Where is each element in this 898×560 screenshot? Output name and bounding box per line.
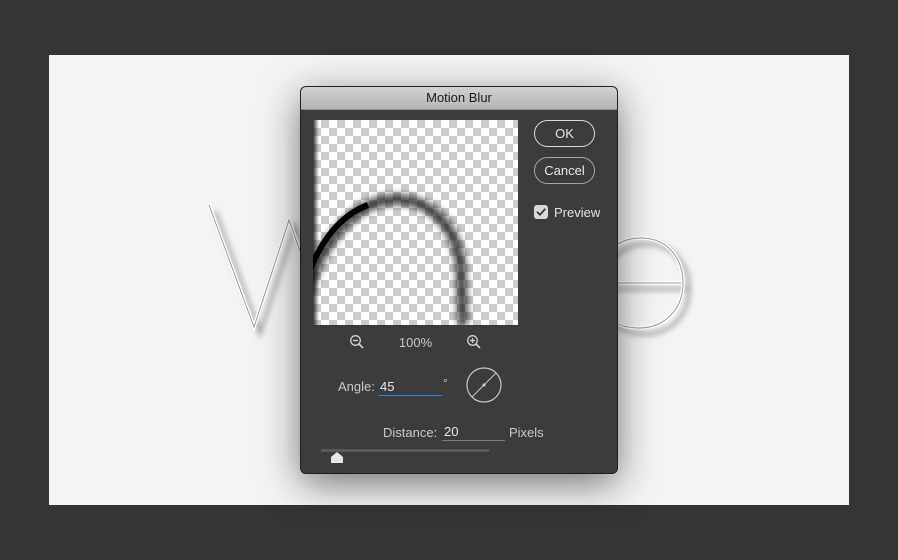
- zoom-controls: 100%: [313, 334, 518, 350]
- preview-toggle[interactable]: Preview: [534, 204, 600, 220]
- distance-label: Distance:: [383, 425, 438, 440]
- preview-checkbox[interactable]: [534, 205, 548, 219]
- distance-unit: Pixels: [509, 425, 544, 440]
- cancel-button[interactable]: Cancel: [534, 157, 595, 184]
- dialog-title: Motion Blur: [301, 87, 617, 110]
- slider-thumb-icon[interactable]: [331, 452, 343, 463]
- zoom-level: 100%: [398, 335, 433, 350]
- filter-preview[interactable]: [313, 120, 518, 325]
- preview-label: Preview: [554, 204, 601, 220]
- angle-label: Angle:: [338, 379, 375, 394]
- preview-artwork: [313, 120, 468, 325]
- angle-input[interactable]: 45: [378, 378, 442, 396]
- distance-slider-track[interactable]: [321, 449, 489, 452]
- distance-input[interactable]: 20: [442, 423, 505, 441]
- angle-unit: °: [443, 376, 448, 390]
- zoom-out-icon[interactable]: [349, 334, 365, 350]
- motion-blur-dialog: Motion Blur OK Cancel Preview 100% Angle…: [301, 87, 617, 473]
- checkmark-icon: [536, 208, 546, 216]
- ok-button[interactable]: OK: [534, 120, 595, 147]
- angle-dial-icon[interactable]: [466, 367, 502, 403]
- zoom-in-icon[interactable]: [466, 334, 482, 350]
